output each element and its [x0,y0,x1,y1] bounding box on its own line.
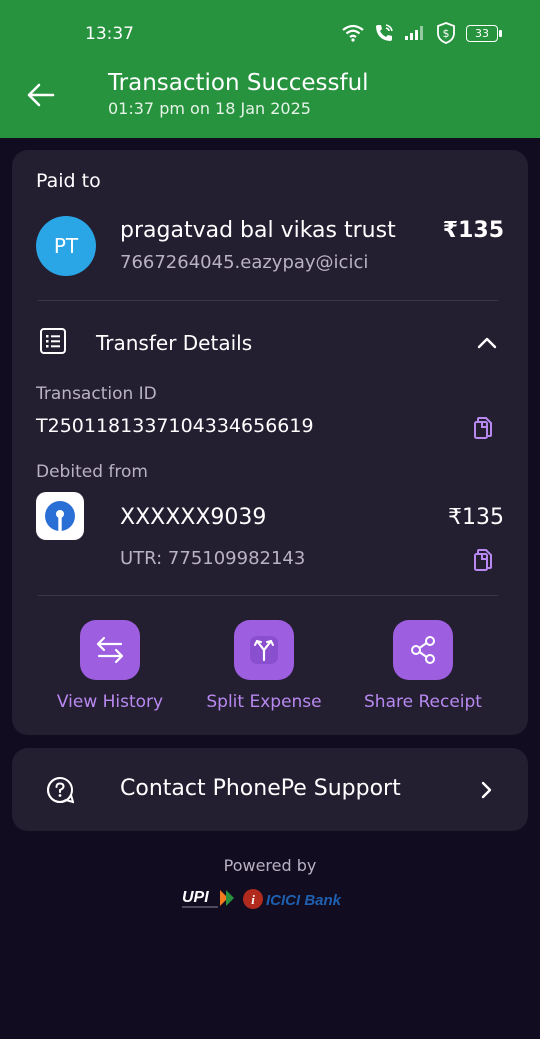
wifi-icon [342,24,364,42]
svg-text:UPI: UPI [182,889,209,906]
paid-amount: ₹135 [442,218,504,243]
copy-icon[interactable] [472,416,494,440]
page-title: Transaction Successful [108,70,369,96]
signal-icon [405,26,423,40]
svg-text:i: i [251,892,255,907]
share-receipt-button[interactable]: Share Receipt [348,620,498,712]
paid-to-label: Paid to [36,170,101,192]
payee-upi-id: 7667264045.eazypay@icici [120,252,369,273]
payee-initials: PT [53,234,79,258]
split-expense-label: Split Expense [206,692,322,712]
svg-text:$: $ [443,27,450,40]
divider [38,300,498,301]
utr-number: UTR: 775109982143 [120,548,306,569]
wifi-call-icon [376,24,393,41]
share-icon [411,636,435,664]
sbi-logo-icon [45,501,75,531]
svg-text:ICICI Bank: ICICI Bank [266,892,342,909]
copy-utr-icon[interactable] [472,548,494,572]
icici-bank-logo: i ICICI Bank [243,889,342,909]
share-receipt-icon-bg[interactable] [393,620,453,680]
shield-dollar-icon: $ [437,22,455,44]
header: Transaction Successful 01:37 pm on 18 Ja… [0,52,540,138]
split-icon [250,636,278,664]
view-history-icon-bg[interactable] [80,620,140,680]
debited-account: XXXXXX9039 [120,505,267,530]
status-bar: 13:37 $ 33 [0,0,540,52]
split-expense-button[interactable]: Split Expense [189,620,339,712]
payee-name: pragatvad bal vikas trust [120,218,396,243]
view-history-button[interactable]: View History [35,620,185,712]
list-details-icon [40,328,66,354]
transaction-id-label: Transaction ID [36,384,157,404]
view-history-label: View History [56,692,164,712]
transfer-arrows-icon [96,636,124,664]
transaction-id: T2501181337104334656619 [36,415,314,437]
battery-icon: 33 [466,24,502,42]
battery-level: 33 [475,26,489,40]
contact-support-label: Contact PhonePe Support [120,776,401,801]
powered-by-label: Powered by [223,856,317,875]
chevron-up-icon[interactable] [476,332,498,354]
upi-logo: UPI [182,889,234,908]
share-receipt-label: Share Receipt [364,692,482,712]
bank-logo [36,492,84,540]
chevron-right-icon [481,781,492,799]
contact-support-button[interactable]: Contact PhonePe Support [12,748,528,831]
transaction-card: Paid to PT pragatvad bal vikas trust 766… [12,150,528,735]
status-time: 13:37 [85,24,134,44]
divider [38,595,498,596]
transfer-details-toggle[interactable]: Transfer Details [96,331,252,355]
split-expense-icon-bg[interactable] [234,620,294,680]
back-arrow-icon[interactable] [26,80,56,110]
transaction-timestamp: 01:37 pm on 18 Jan 2025 [108,99,311,118]
status-icons: $ 33 [342,22,502,44]
payee-avatar: PT [36,216,96,276]
help-question-icon [47,777,74,804]
debited-amount: ₹135 [448,505,504,530]
debited-from-label: Debited from [36,462,148,482]
